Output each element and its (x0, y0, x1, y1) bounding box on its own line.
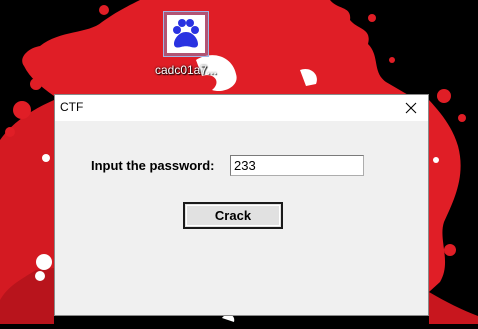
file-icon-selection (163, 11, 209, 57)
window-title: CTF (60, 100, 84, 114)
desktop-file-icon[interactable]: cadc01a7... (148, 8, 224, 80)
baidu-paw-icon (167, 15, 205, 53)
close-icon (405, 102, 417, 114)
crack-button[interactable]: Crack (183, 202, 283, 229)
window-titlebar[interactable]: CTF (55, 95, 428, 121)
file-icon-label: cadc01a7... (154, 63, 218, 77)
password-label: Input the password: (91, 158, 215, 173)
ctf-dialog-window: CTF Input the password: Crack (54, 94, 429, 316)
dialog-client-area: Input the password: Crack (55, 121, 428, 315)
password-input[interactable] (230, 155, 364, 176)
close-button[interactable] (394, 95, 428, 121)
